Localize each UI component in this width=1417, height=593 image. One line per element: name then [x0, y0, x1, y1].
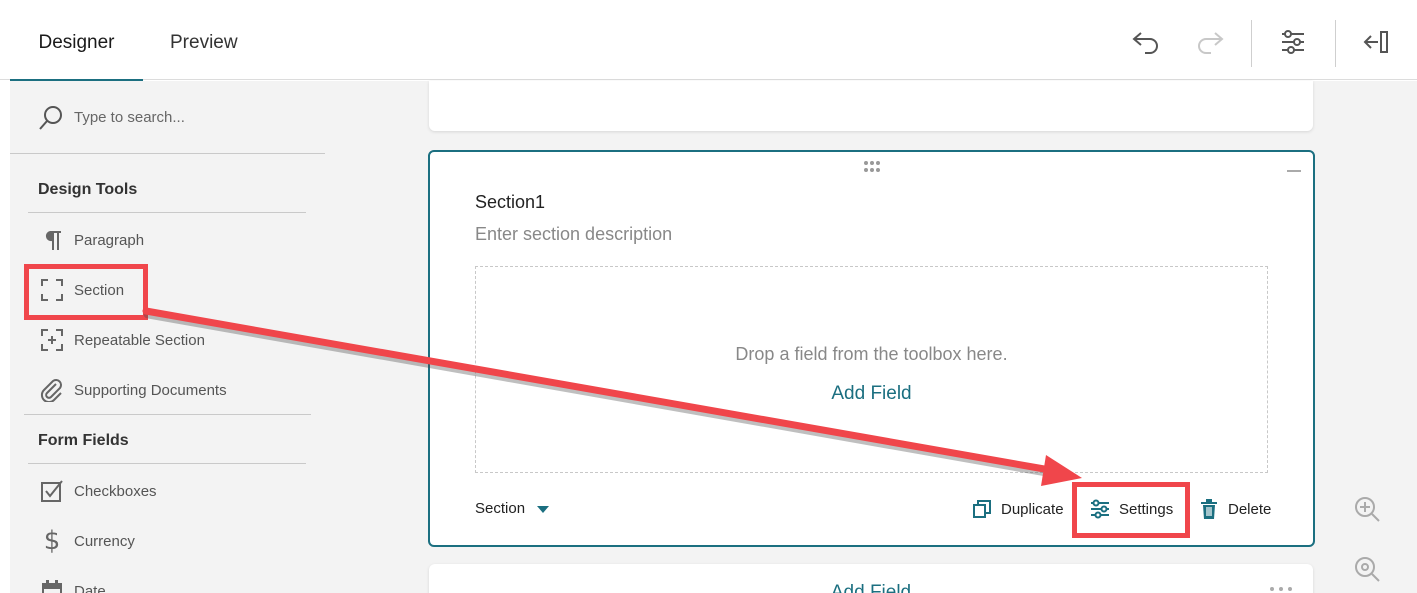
tool-label: Supporting Documents — [74, 381, 227, 399]
search-input[interactable]: Type to search... — [74, 109, 185, 126]
collapse-panel-button[interactable] — [1356, 22, 1396, 62]
undo-button[interactable] — [1126, 22, 1166, 62]
more-options-icon[interactable] — [1269, 586, 1293, 592]
tool-label: Checkboxes — [74, 482, 157, 500]
tool-repeatable-section[interactable]: Repeatable Section — [38, 325, 308, 355]
duplicate-label: Duplicate — [1001, 500, 1064, 518]
checkbox-icon — [38, 477, 66, 505]
tool-label: Currency — [74, 532, 135, 550]
tool-supporting-documents[interactable]: Supporting Documents — [38, 375, 308, 405]
tool-currency[interactable]: $ Currency — [38, 526, 308, 556]
calendar-icon — [38, 577, 66, 593]
zoom-reset-button[interactable] — [1351, 553, 1383, 585]
tool-label: Repeatable Section — [74, 331, 205, 349]
toolbar-divider — [1251, 20, 1252, 67]
top-bar: Designer Preview — [0, 0, 1417, 81]
add-field-link[interactable]: Add Field — [476, 383, 1267, 405]
tool-date[interactable]: Date — [38, 576, 308, 593]
zoom-reset-icon — [1355, 557, 1380, 582]
chevron-down-icon — [537, 506, 550, 513]
search-box[interactable]: Type to search... — [10, 81, 325, 154]
trash-icon — [1198, 498, 1220, 520]
redo-icon — [1198, 32, 1224, 54]
highlight-settings-button — [1072, 482, 1190, 538]
paperclip-icon — [38, 376, 66, 404]
drag-handle-icon[interactable] — [862, 160, 882, 174]
section-type-label: Section — [475, 500, 526, 517]
section-description-field[interactable]: Enter section description — [475, 224, 672, 245]
duplicate-button[interactable]: Duplicate — [971, 496, 1064, 522]
tool-checkboxes[interactable]: Checkboxes — [38, 476, 308, 506]
dollar-icon: $ — [43, 526, 61, 556]
divider — [24, 414, 311, 415]
zoom-in-icon — [1355, 497, 1380, 522]
form-canvas: Section1 Enter section description Drop … — [415, 81, 1417, 593]
duplicate-icon — [971, 498, 993, 520]
form-settings-button[interactable] — [1273, 22, 1313, 62]
collapse-section-icon[interactable] — [1287, 170, 1301, 172]
tool-label: Paragraph — [74, 231, 145, 249]
repeatable-section-icon — [38, 326, 66, 354]
add-field-link[interactable]: Add Field — [429, 582, 1313, 593]
highlight-section-tool — [24, 264, 148, 320]
next-section-card[interactable]: Add Field — [429, 564, 1313, 593]
section-title[interactable]: Section1 — [475, 192, 545, 213]
delete-button[interactable]: Delete — [1198, 496, 1271, 522]
tab-preview[interactable]: Preview — [160, 0, 250, 80]
zoom-in-button[interactable] — [1351, 493, 1383, 525]
undo-icon — [1132, 32, 1158, 54]
paragraph-icon — [38, 226, 66, 254]
group-title-design-tools: Design Tools — [28, 181, 306, 213]
toolbar-divider — [1335, 20, 1336, 67]
sliders-icon — [1282, 30, 1304, 54]
tool-paragraph[interactable]: Paragraph — [38, 225, 308, 255]
drop-zone-text: Drop a field from the toolbox here. — [735, 344, 1008, 364]
section-type-dropdown[interactable]: Section — [475, 500, 550, 517]
field-drop-zone[interactable]: Drop a field from the toolbox here. Add … — [475, 266, 1268, 473]
tool-label: Date — [74, 582, 106, 593]
previous-section-card[interactable] — [429, 81, 1313, 131]
toolbox-panel: Type to search... Design Tools Paragraph… — [10, 81, 415, 593]
search-icon — [39, 106, 62, 130]
delete-label: Delete — [1228, 500, 1272, 518]
collapse-panel-icon — [1363, 31, 1388, 53]
tab-designer[interactable]: Designer — [10, 0, 143, 81]
group-title-form-fields: Form Fields — [28, 432, 306, 464]
redo-button[interactable] — [1190, 22, 1230, 62]
